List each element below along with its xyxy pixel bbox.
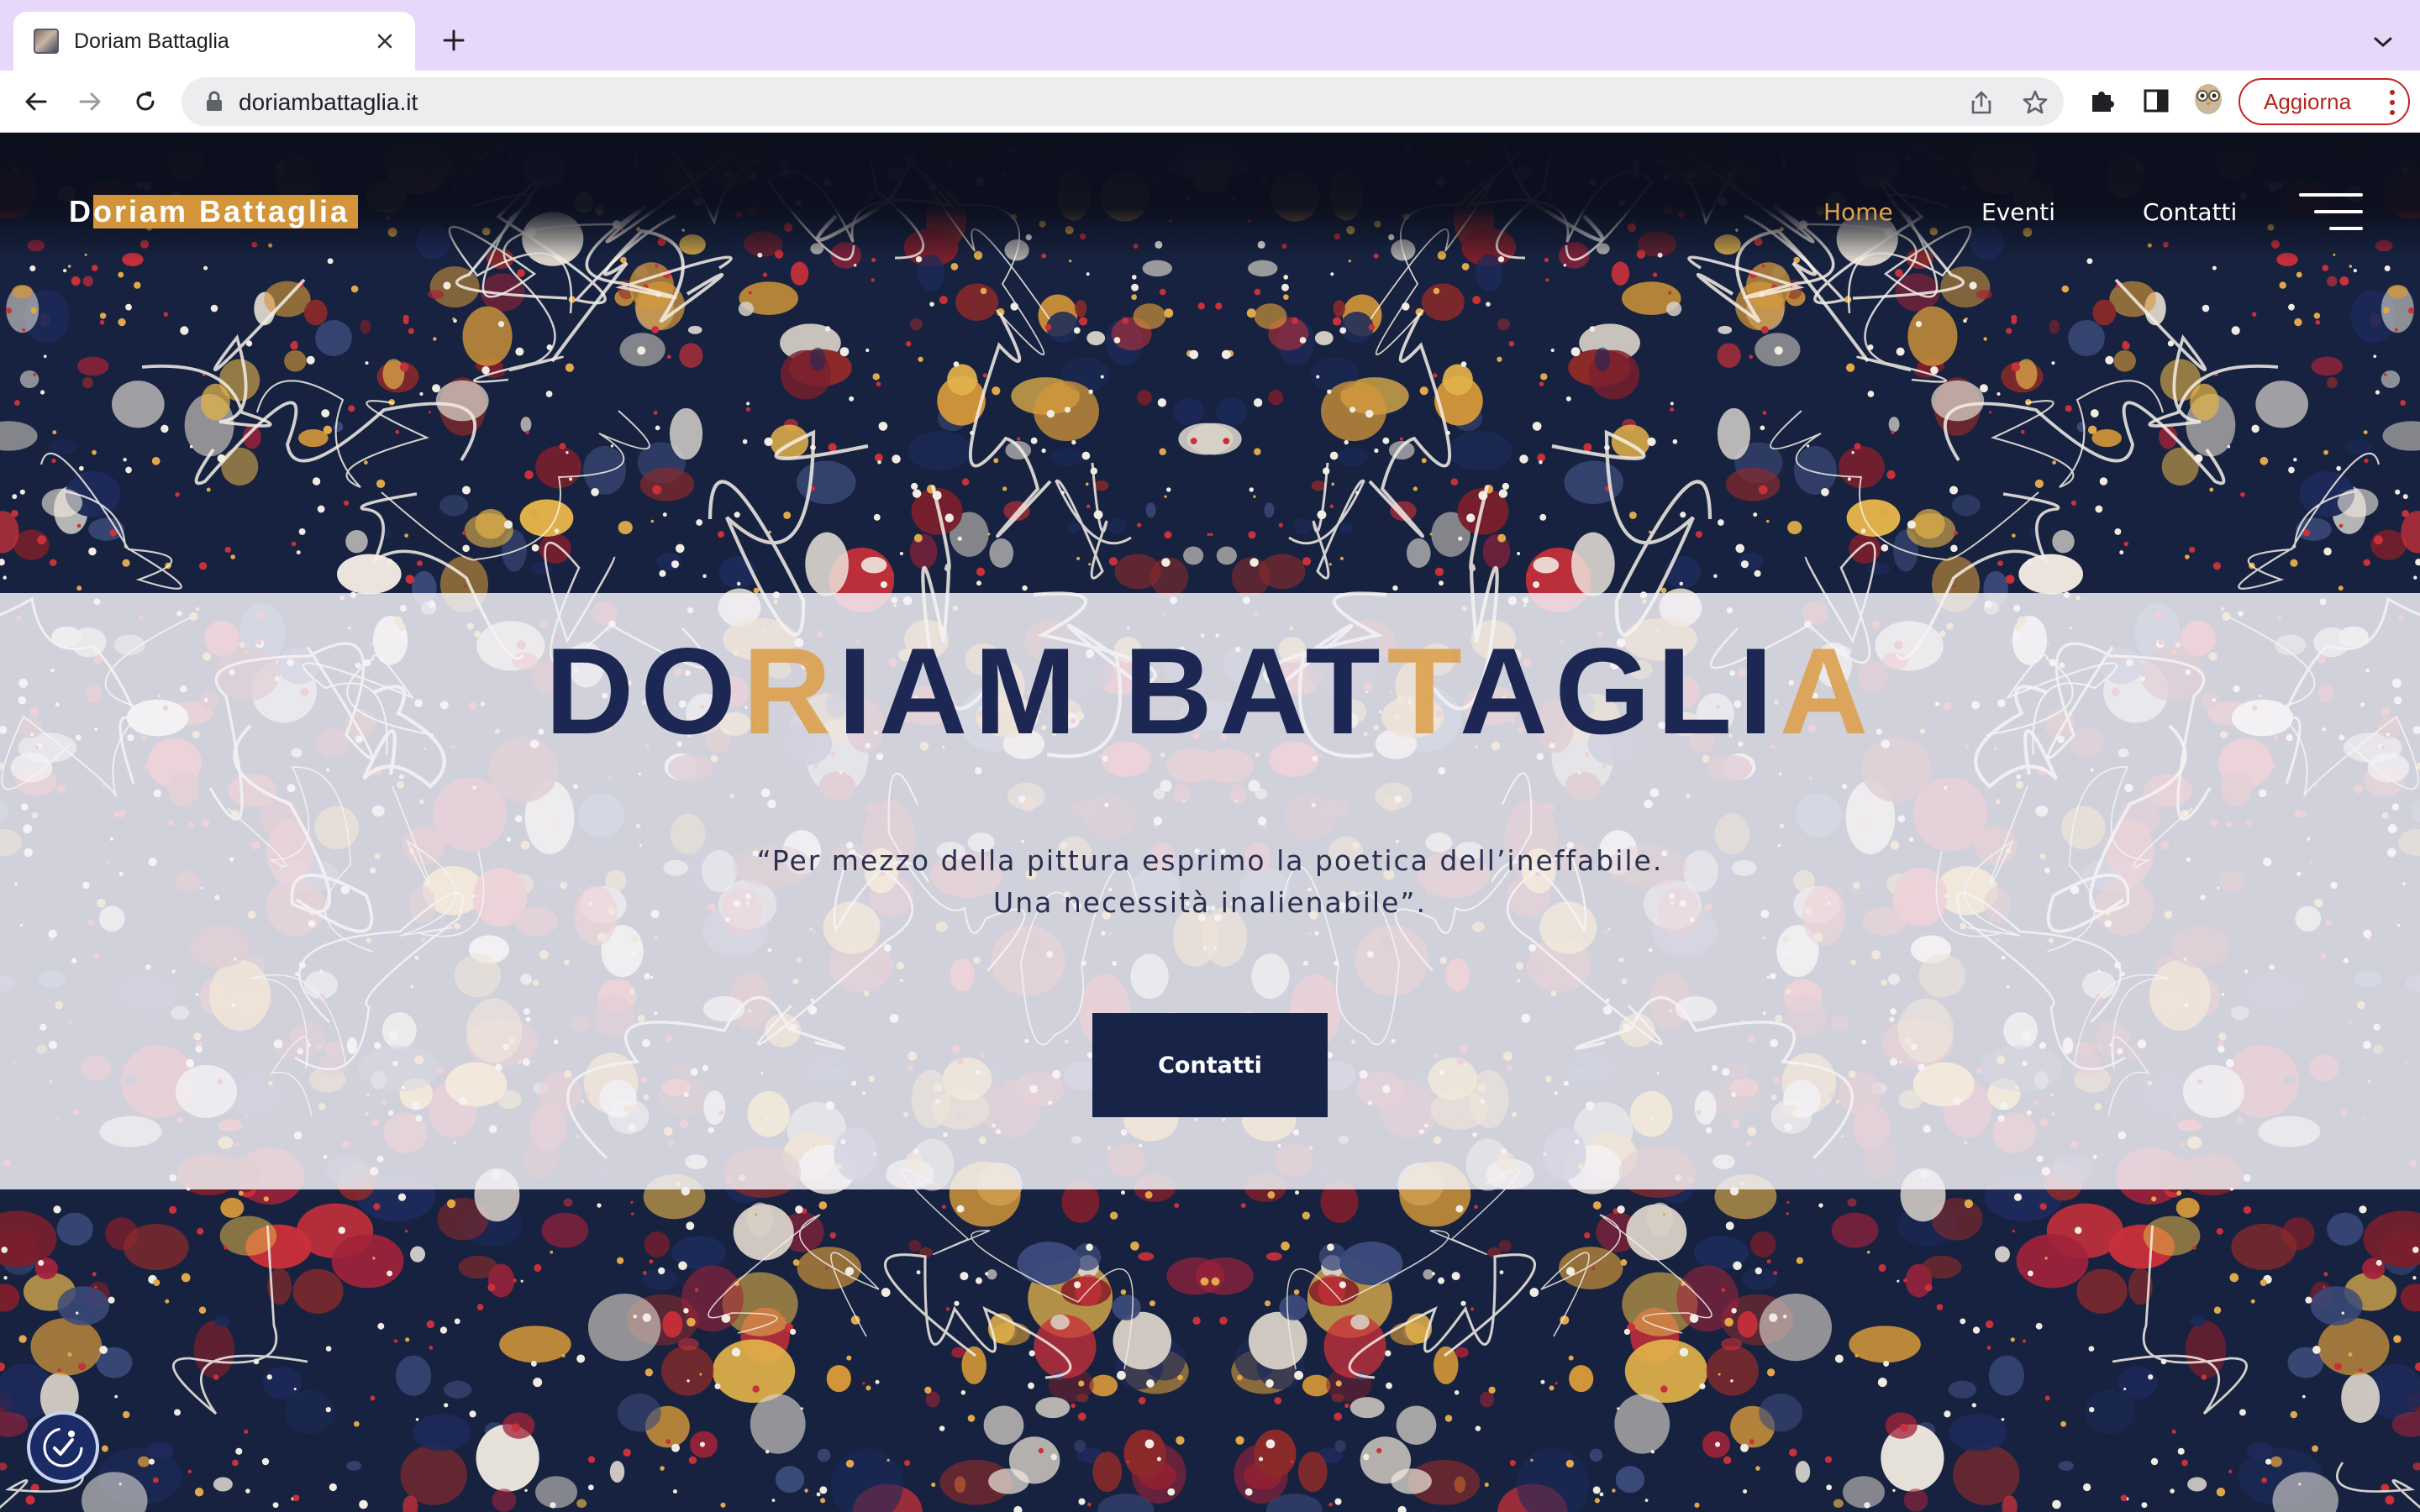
hero-quote: “Per mezzo della pittura esprimo la poet…	[756, 844, 1664, 919]
logo-text: oriam Battaglia	[93, 195, 359, 228]
accessibility-icon	[43, 1427, 83, 1467]
web-page: D oriam Battaglia Home Eventi Contatti D…	[0, 133, 2420, 1512]
forward-arrow-icon[interactable]	[69, 81, 111, 123]
hero-title-part: IAM BAT	[838, 622, 1387, 759]
side-panel-icon[interactable]	[2139, 84, 2173, 118]
new-tab-plus-icon[interactable]	[435, 22, 472, 59]
hamburger-menu-icon[interactable]	[2299, 193, 2363, 230]
bookmark-star-icon[interactable]	[2018, 86, 2052, 119]
nav-link-events[interactable]: Eventi	[1981, 198, 2055, 226]
hero-title-part: DO	[544, 622, 743, 759]
url-text[interactable]: doriambattaglia.it	[239, 89, 418, 116]
browser-tab[interactable]: Doriam Battaglia	[13, 12, 415, 71]
accessibility-widget-button[interactable]	[27, 1411, 99, 1483]
hero-title-accent-letter: T	[1386, 622, 1460, 759]
browser-tab-bar: Doriam Battaglia	[0, 0, 2420, 71]
extensions-puzzle-icon[interactable]	[2086, 84, 2119, 118]
address-bar[interactable]: doriambattaglia.it	[182, 77, 2064, 126]
share-icon[interactable]	[1965, 86, 1998, 119]
close-tab-icon[interactable]	[371, 28, 398, 55]
site-header	[0, 133, 2420, 259]
browser-toolbar: doriambattaglia.it Aggiorna	[0, 71, 2420, 133]
nav-link-contacts[interactable]: Contatti	[2143, 198, 2237, 226]
tab-title: Doriam Battaglia	[74, 29, 229, 53]
site-logo[interactable]: D oriam Battaglia	[69, 194, 359, 228]
more-vert-icon[interactable]	[2388, 90, 2396, 115]
hero-title-part: AGLI	[1460, 622, 1780, 759]
update-label: Aggiorna	[2264, 88, 2352, 114]
tab-list-chevron-down-icon[interactable]	[2366, 25, 2400, 59]
update-button[interactable]: Aggiorna	[2238, 78, 2410, 125]
logo-letter: D	[69, 194, 93, 228]
reload-icon[interactable]	[124, 81, 166, 123]
back-arrow-icon[interactable]	[15, 81, 57, 123]
contact-cta-button[interactable]: Contatti	[1092, 1013, 1328, 1117]
lock-icon[interactable]	[203, 91, 225, 113]
profile-owl-avatar-icon[interactable]	[2191, 82, 2225, 116]
hero-title: DORIAM BATTAGLIA	[0, 628, 2420, 754]
site-favicon-icon	[34, 29, 59, 54]
hero-title-accent-letter: A	[1779, 622, 1876, 759]
nav-link-home[interactable]: Home	[1823, 198, 1893, 226]
hero-title-accent-letter: R	[742, 622, 839, 759]
